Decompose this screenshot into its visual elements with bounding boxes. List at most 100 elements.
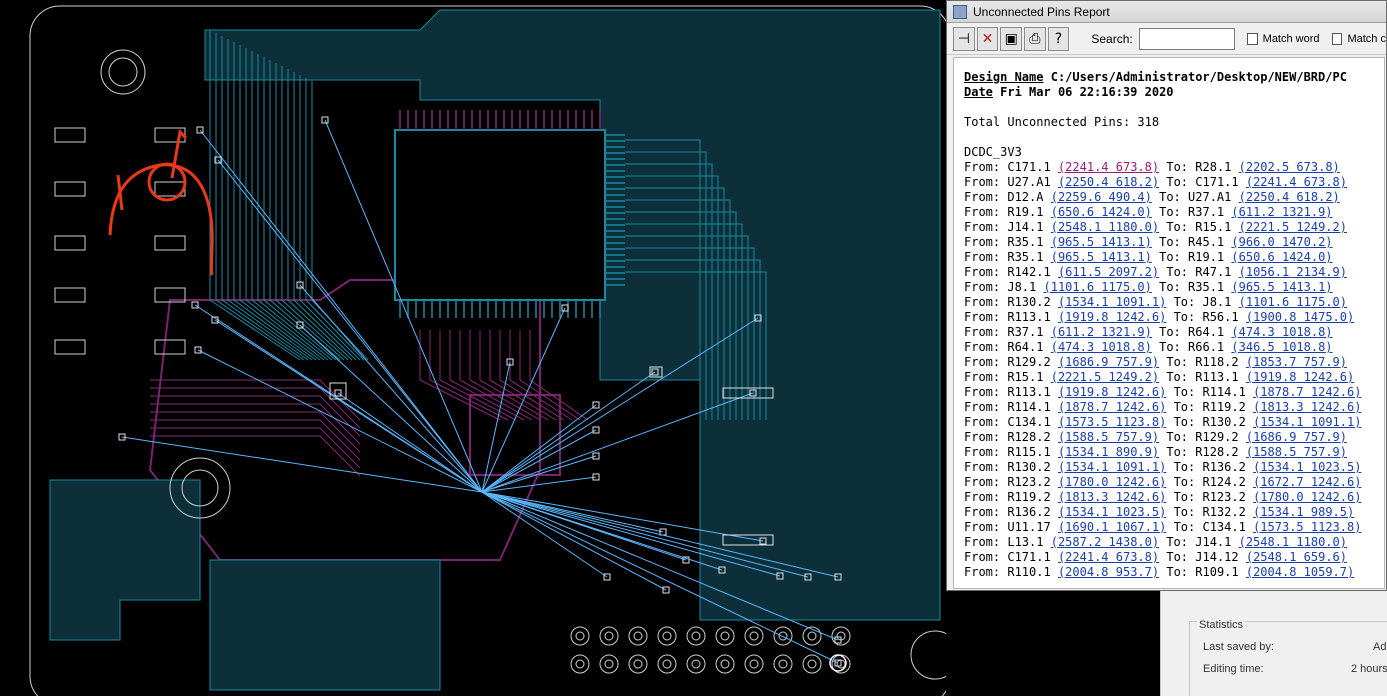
from-coord-link[interactable]: (1534.1 1023.5) <box>1058 505 1166 519</box>
from-coord-link[interactable]: (2221.5 1249.2) <box>1051 370 1159 384</box>
to-coord-link[interactable]: (1900.8 1475.0) <box>1246 310 1354 324</box>
to-coord-link[interactable]: (1101.6 1175.0) <box>1239 295 1347 309</box>
from-coord-link[interactable]: (2548.1 1180.0) <box>1051 220 1159 234</box>
from-pin: R115.1 <box>1007 445 1051 459</box>
to-label: To: <box>1173 490 1196 504</box>
pin-row: From: R114.1 (1878.7 1242.6) To: R119.2 … <box>964 400 1384 415</box>
from-coord-link[interactable]: (1878.7 1242.6) <box>1058 400 1166 414</box>
ratsnest-line <box>299 324 483 493</box>
from-coord-link[interactable]: (2250.4 618.2) <box>1058 175 1159 189</box>
to-coord-link[interactable]: (1534.1 1023.5) <box>1253 460 1361 474</box>
smd-pad <box>154 127 186 143</box>
pin-icon[interactable]: ⊣ <box>953 26 975 51</box>
to-pin: R132.2 <box>1202 505 1246 519</box>
to-coord-link[interactable]: (1919.8 1242.6) <box>1246 370 1354 384</box>
last-saved-value: Ad <box>1373 641 1387 653</box>
header-pin-hole <box>691 631 701 641</box>
from-coord-link[interactable]: (1690.1 1067.1) <box>1058 520 1166 534</box>
from-coord-link[interactable]: (2241.4 673.8) <box>1058 160 1159 174</box>
to-label: To: <box>1166 355 1189 369</box>
from-label: From: <box>964 460 1001 474</box>
to-coord-link[interactable]: (965.5 1413.1) <box>1231 280 1332 294</box>
from-coord-link[interactable]: (1780.0 1242.6) <box>1058 475 1166 489</box>
to-coord-link[interactable]: (1588.5 757.9) <box>1246 445 1347 459</box>
report-content[interactable]: Design Name C:/Users/Administrator/Deskt… <box>953 57 1385 589</box>
smd-pad <box>54 127 86 143</box>
trace <box>150 435 361 477</box>
to-pin: R128.2 <box>1195 445 1239 459</box>
to-label: To: <box>1173 295 1196 309</box>
to-coord-link[interactable]: (2221.5 1249.2) <box>1239 220 1347 234</box>
from-coord-link[interactable]: (611.5 2097.2) <box>1058 265 1159 279</box>
search-input[interactable] <box>1138 27 1235 50</box>
from-coord-link[interactable]: (1534.1 1091.1) <box>1058 295 1166 309</box>
to-coord-link[interactable]: (650.6 1424.0) <box>1231 250 1332 264</box>
to-pin: R56.1 <box>1202 310 1239 324</box>
close-icon[interactable]: ✕ <box>976 26 999 51</box>
from-coord-link[interactable]: (2241.4 673.8) <box>1058 550 1159 564</box>
to-coord-link[interactable]: (1573.5 1123.8) <box>1253 520 1361 534</box>
match-case-checkbox[interactable] <box>1331 32 1343 45</box>
to-label: To: <box>1173 310 1196 324</box>
from-coord-link[interactable]: (1534.1 1091.1) <box>1058 460 1166 474</box>
from-label: From: <box>964 505 1001 519</box>
header-pin-hole <box>604 631 614 641</box>
window-title: Unconnected Pins Report <box>973 4 1110 19</box>
from-coord-link[interactable]: (1813.3 1242.6) <box>1058 490 1166 504</box>
to-coord-link[interactable]: (2004.8 1059.7) <box>1246 565 1354 579</box>
header-pin-hole <box>720 659 730 669</box>
from-coord-link[interactable]: (965.5 1413.1) <box>1051 235 1152 249</box>
from-coord-link[interactable]: (474.3 1018.8) <box>1051 340 1152 354</box>
help-icon[interactable]: ? <box>1047 26 1070 51</box>
pcb-layout[interactable] <box>0 0 946 696</box>
from-coord-link[interactable]: (650.6 1424.0) <box>1051 205 1152 219</box>
trace <box>519 330 581 421</box>
to-coord-link[interactable]: (1780.0 1242.6) <box>1253 490 1361 504</box>
print-icon[interactable]: ⎙ <box>1024 26 1046 51</box>
from-coord-link[interactable]: (1919.8 1242.6) <box>1058 385 1166 399</box>
match-word-checkbox[interactable] <box>1246 32 1258 45</box>
pin-row: From: R129.2 (1686.9 757.9) To: R118.2 (… <box>964 355 1384 370</box>
to-coord-link[interactable]: (1878.7 1242.6) <box>1253 385 1361 399</box>
from-label: From: <box>964 445 1001 459</box>
window-titlebar[interactable]: Unconnected Pins Report <box>947 1 1386 23</box>
from-coord-link[interactable]: (1588.5 757.9) <box>1058 430 1159 444</box>
to-coord-link[interactable]: (2250.4 618.2) <box>1239 190 1340 204</box>
from-coord-link[interactable]: (1919.8 1242.6) <box>1058 310 1166 324</box>
to-coord-link[interactable]: (2241.4 673.8) <box>1246 175 1347 189</box>
unconnected-pins-report-window[interactable]: Unconnected Pins Report ⊣ ✕ ▣ ⎙ ? Search… <box>946 0 1387 591</box>
to-coord-link[interactable]: (1853.7 757.9) <box>1246 355 1347 369</box>
to-pin: R123.2 <box>1202 490 1246 504</box>
to-coord-link[interactable]: (611.2 1321.9) <box>1231 205 1332 219</box>
from-coord-link[interactable]: (2004.8 953.7) <box>1058 565 1159 579</box>
to-pin: R114.1 <box>1202 385 1246 399</box>
from-coord-link[interactable]: (2259.6 490.4) <box>1051 190 1152 204</box>
from-coord-link[interactable]: (1573.5 1123.8) <box>1058 415 1166 429</box>
from-coord-link[interactable]: (1534.1 890.9) <box>1058 445 1159 459</box>
from-pin: R123.2 <box>1007 475 1051 489</box>
from-coord-link[interactable]: (965.5 1413.1) <box>1051 250 1152 264</box>
to-coord-link[interactable]: (2548.1 1180.0) <box>1239 535 1347 549</box>
from-coord-link[interactable]: (611.2 1321.9) <box>1051 325 1152 339</box>
to-coord-link[interactable]: (474.3 1018.8) <box>1231 325 1332 339</box>
to-coord-link[interactable]: (966.0 1470.2) <box>1231 235 1332 249</box>
to-coord-link[interactable]: (346.5 1018.8) <box>1231 340 1332 354</box>
from-coord-link[interactable]: (1686.9 757.9) <box>1058 355 1159 369</box>
from-coord-link[interactable]: (2587.2 1438.0) <box>1051 535 1159 549</box>
header-pin-hole <box>749 631 759 641</box>
to-coord-link[interactable]: (1686.9 757.9) <box>1246 430 1347 444</box>
to-label: To: <box>1173 505 1196 519</box>
to-coord-link[interactable]: (1672.7 1242.6) <box>1253 475 1361 489</box>
to-coord-link[interactable]: (2202.5 673.8) <box>1239 160 1340 174</box>
from-coord-link[interactable]: (1101.6 1175.0) <box>1044 280 1152 294</box>
to-pin: R45.1 <box>1188 235 1225 249</box>
to-coord-link[interactable]: (1534.1 1091.1) <box>1253 415 1361 429</box>
to-coord-link[interactable]: (2548.1 659.6) <box>1246 550 1347 564</box>
save-icon[interactable]: ▣ <box>1000 26 1023 51</box>
to-coord-link[interactable]: (1056.1 2134.9) <box>1239 265 1347 279</box>
to-label: To: <box>1173 415 1196 429</box>
to-coord-link[interactable]: (1534.1 989.5) <box>1253 505 1354 519</box>
from-pin: R37.1 <box>1007 325 1044 339</box>
pin-row: From: L13.1 (2587.2 1438.0) To: J14.1 (2… <box>964 535 1384 550</box>
to-coord-link[interactable]: (1813.3 1242.6) <box>1253 400 1361 414</box>
